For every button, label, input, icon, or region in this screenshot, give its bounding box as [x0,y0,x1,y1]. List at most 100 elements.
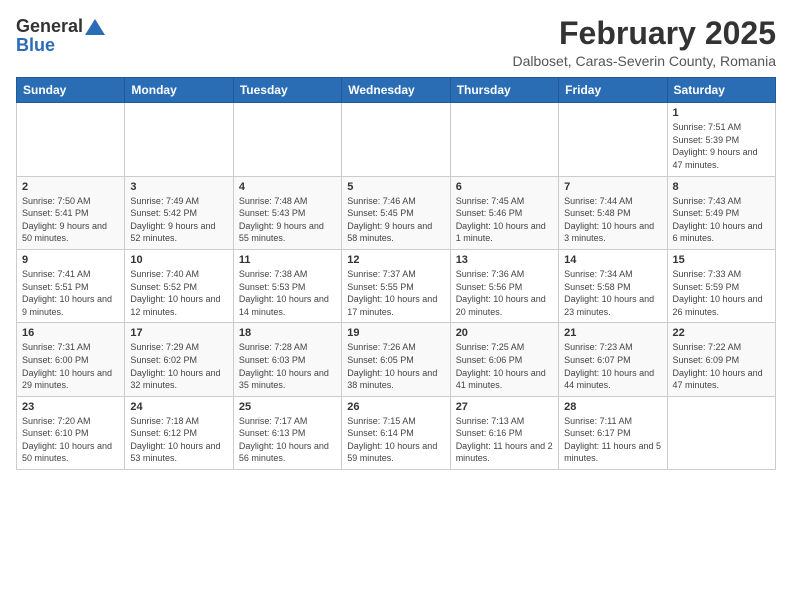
calendar-cell: 25Sunrise: 7:17 AM Sunset: 6:13 PM Dayli… [233,396,341,469]
calendar-cell: 23 Sunrise: 7:20 AM Sunset: 6:10 PM Dayli… [17,396,125,469]
weekday-header-thursday: Thursday [450,78,558,103]
day-number: 25 [239,401,336,413]
day-number: 21 [564,327,661,339]
day-number: 18 [239,327,336,339]
title-area: February 2025 Dalboset, Caras-Severin Co… [512,16,776,69]
day-number: 6 [456,181,553,193]
calendar-cell: 18 Sunrise: 7:28 AM Sunset: 6:03 PM Dayli… [233,323,341,396]
main-title: February 2025 [512,16,776,51]
weekday-header-saturday: Saturday [667,78,775,103]
calendar-cell: 22Sunrise: 7:22 AM Sunset: 6:09 PM Dayli… [667,323,775,396]
day-number: 2 [22,181,119,193]
calendar-cell: 11 Sunrise: 7:38 AM Sunset: 5:53 PM Dayli… [233,249,341,322]
day-info: Sunrise: 7:40 AM Sunset: 5:52 PM Dayligh… [130,268,227,318]
calendar-cell [450,103,558,176]
calendar-cell: 7 Sunrise: 7:44 AM Sunset: 5:48 PM Daylig… [559,176,667,249]
calendar-cell: 26 Sunrise: 7:15 AM Sunset: 6:14 PM Dayli… [342,396,450,469]
day-info: Sunrise: 7:45 AM Sunset: 5:46 PM Dayligh… [456,195,553,245]
day-info: Sunrise: 7:33 AM Sunset: 5:59 PM Dayligh… [673,268,770,318]
calendar-cell: 20 Sunrise: 7:25 AM Sunset: 6:06 PM Dayli… [450,323,558,396]
day-info: Sunrise: 7:36 AM Sunset: 5:56 PM Dayligh… [456,268,553,318]
logo-general-text: General [16,16,83,37]
day-number: 26 [347,401,444,413]
day-info: Sunrise: 7:50 AM Sunset: 5:41 PM Dayligh… [22,195,119,245]
calendar-cell: 2 Sunrise: 7:50 AM Sunset: 5:41 PM Daylig… [17,176,125,249]
day-info: Sunrise: 7:28 AM Sunset: 6:03 PM Dayligh… [239,341,336,391]
day-number: 8 [673,181,770,193]
day-info: Sunrise: 7:13 AM Sunset: 6:16 PM Dayligh… [456,415,553,465]
calendar-cell [559,103,667,176]
calendar-table: SundayMondayTuesdayWednesdayThursdayFrid… [16,77,776,470]
day-info: Sunrise: 7:25 AM Sunset: 6:06 PM Dayligh… [456,341,553,391]
calendar-cell: 16 Sunrise: 7:31 AM Sunset: 6:00 PM Dayli… [17,323,125,396]
calendar-cell: 5 Sunrise: 7:46 AM Sunset: 5:45 PM Daylig… [342,176,450,249]
day-number: 9 [22,254,119,266]
calendar-cell: 9 Sunrise: 7:41 AM Sunset: 5:51 PM Daylig… [17,249,125,322]
logo: General Blue [16,16,105,56]
page-header: General Blue February 2025 Dalboset, Car… [16,16,776,69]
day-number: 19 [347,327,444,339]
day-info: Sunrise: 7:51 AM Sunset: 5:39 PM Dayligh… [673,121,770,171]
day-number: 23 [22,401,119,413]
calendar-cell: 15 Sunrise: 7:33 AM Sunset: 5:59 PM Dayli… [667,249,775,322]
calendar-cell: 8 Sunrise: 7:43 AM Sunset: 5:49 PM Daylig… [667,176,775,249]
weekday-header-tuesday: Tuesday [233,78,341,103]
day-info: Sunrise: 7:43 AM Sunset: 5:49 PM Dayligh… [673,195,770,245]
day-info: Sunrise: 7:44 AM Sunset: 5:48 PM Dayligh… [564,195,661,245]
subtitle: Dalboset, Caras-Severin County, Romania [512,53,776,69]
calendar-cell [233,103,341,176]
calendar-cell: 21Sunrise: 7:23 AM Sunset: 6:07 PM Dayli… [559,323,667,396]
day-info: Sunrise: 7:20 AM Sunset: 6:10 PM Dayligh… [22,415,119,465]
calendar-cell: 4Sunrise: 7:48 AM Sunset: 5:43 PM Daylig… [233,176,341,249]
day-number: 16 [22,327,119,339]
calendar-cell: 3 Sunrise: 7:49 AM Sunset: 5:42 PM Daylig… [125,176,233,249]
day-info: Sunrise: 7:46 AM Sunset: 5:45 PM Dayligh… [347,195,444,245]
day-info: Sunrise: 7:18 AM Sunset: 6:12 PM Dayligh… [130,415,227,465]
weekday-header-wednesday: Wednesday [342,78,450,103]
calendar-cell [342,103,450,176]
calendar-week-2: 2 Sunrise: 7:50 AM Sunset: 5:41 PM Daylig… [17,176,776,249]
logo-icon [85,19,105,35]
calendar-cell: 6 Sunrise: 7:45 AM Sunset: 5:46 PM Daylig… [450,176,558,249]
calendar-cell [667,396,775,469]
weekday-header-sunday: Sunday [17,78,125,103]
day-info: Sunrise: 7:15 AM Sunset: 6:14 PM Dayligh… [347,415,444,465]
calendar-cell: 27Sunrise: 7:13 AM Sunset: 6:16 PM Dayli… [450,396,558,469]
day-number: 17 [130,327,227,339]
day-number: 28 [564,401,661,413]
day-number: 13 [456,254,553,266]
calendar-header-row: SundayMondayTuesdayWednesdayThursdayFrid… [17,78,776,103]
calendar-cell: 12 Sunrise: 7:37 AM Sunset: 5:55 PM Dayli… [342,249,450,322]
day-info: Sunrise: 7:22 AM Sunset: 6:09 PM Dayligh… [673,341,770,391]
weekday-header-friday: Friday [559,78,667,103]
calendar-cell: 17Sunrise: 7:29 AM Sunset: 6:02 PM Dayli… [125,323,233,396]
day-number: 15 [673,254,770,266]
day-info: Sunrise: 7:38 AM Sunset: 5:53 PM Dayligh… [239,268,336,318]
calendar-cell: 24Sunrise: 7:18 AM Sunset: 6:12 PM Dayli… [125,396,233,469]
calendar-week-1: 1 Sunrise: 7:51 AM Sunset: 5:39 PM Daylig… [17,103,776,176]
day-number: 14 [564,254,661,266]
day-info: Sunrise: 7:37 AM Sunset: 5:55 PM Dayligh… [347,268,444,318]
calendar-cell: 13 Sunrise: 7:36 AM Sunset: 5:56 PM Dayli… [450,249,558,322]
day-number: 3 [130,181,227,193]
day-number: 4 [239,181,336,193]
calendar-cell: 14Sunrise: 7:34 AM Sunset: 5:58 PM Dayli… [559,249,667,322]
calendar-cell [125,103,233,176]
day-info: Sunrise: 7:11 AM Sunset: 6:17 PM Dayligh… [564,415,661,465]
calendar-cell: 28 Sunrise: 7:11 AM Sunset: 6:17 PM Dayli… [559,396,667,469]
day-number: 20 [456,327,553,339]
day-number: 10 [130,254,227,266]
day-info: Sunrise: 7:26 AM Sunset: 6:05 PM Dayligh… [347,341,444,391]
day-info: Sunrise: 7:49 AM Sunset: 5:42 PM Dayligh… [130,195,227,245]
day-number: 7 [564,181,661,193]
day-info: Sunrise: 7:31 AM Sunset: 6:00 PM Dayligh… [22,341,119,391]
day-number: 5 [347,181,444,193]
calendar-cell: 10 Sunrise: 7:40 AM Sunset: 5:52 PM Dayli… [125,249,233,322]
day-number: 11 [239,254,336,266]
calendar-cell [17,103,125,176]
day-number: 12 [347,254,444,266]
day-number: 1 [673,107,770,119]
calendar-week-4: 16 Sunrise: 7:31 AM Sunset: 6:00 PM Dayli… [17,323,776,396]
day-info: Sunrise: 7:41 AM Sunset: 5:51 PM Dayligh… [22,268,119,318]
calendar-cell: 1 Sunrise: 7:51 AM Sunset: 5:39 PM Daylig… [667,103,775,176]
